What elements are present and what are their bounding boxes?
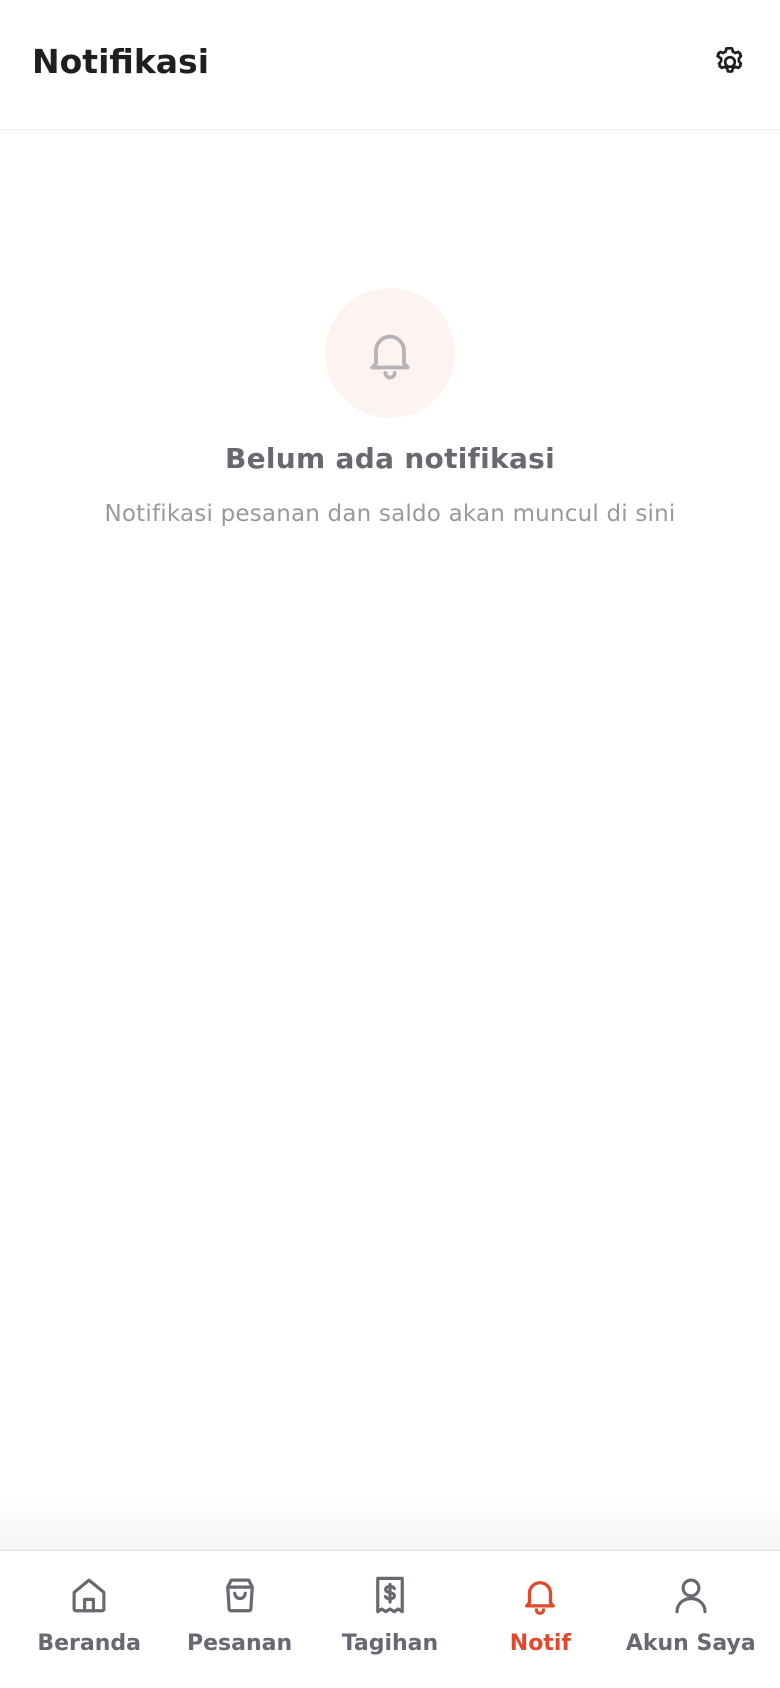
nav-label: Notif [509,1631,571,1656]
settings-button[interactable] [702,34,758,90]
gear-icon [716,46,743,73]
nav-item-notif[interactable]: Notif [470,1551,610,1688]
nav-label: Tagihan [341,1631,439,1656]
receipt-icon [368,1573,412,1617]
nav-label: Pesanan [187,1631,293,1656]
empty-state-subtitle: Notifikasi pesanan dan saldo akan muncul… [104,501,676,527]
user-icon [669,1573,713,1617]
empty-state-title: Belum ada notifikasi [224,442,556,475]
app-screen: Notifikasi Belum ada notifikasi Notifika… [0,0,780,1688]
nav-item-tagihan[interactable]: Tagihan [320,1551,460,1688]
bell-icon [518,1573,562,1617]
header-bar: Notifikasi [0,0,780,130]
nav-shadow [0,1500,780,1550]
empty-state: Belum ada notifikasi Notifikasi pesanan … [0,288,780,527]
bell-icon [370,334,410,380]
bottom-navigation: Beranda Pesanan Tagihan Notif Akun Saya [0,1550,780,1688]
home-icon [67,1573,111,1617]
nav-item-pesanan[interactable]: Pesanan [170,1551,310,1688]
page-title: Notifikasi [32,42,210,81]
empty-state-icon-circle [325,288,455,418]
nav-label: Beranda [37,1631,141,1656]
nav-label: Akun Saya [625,1631,756,1656]
nav-item-akun-saya[interactable]: Akun Saya [621,1551,761,1688]
shopping-bag-icon [218,1573,262,1617]
nav-item-beranda[interactable]: Beranda [19,1551,159,1688]
